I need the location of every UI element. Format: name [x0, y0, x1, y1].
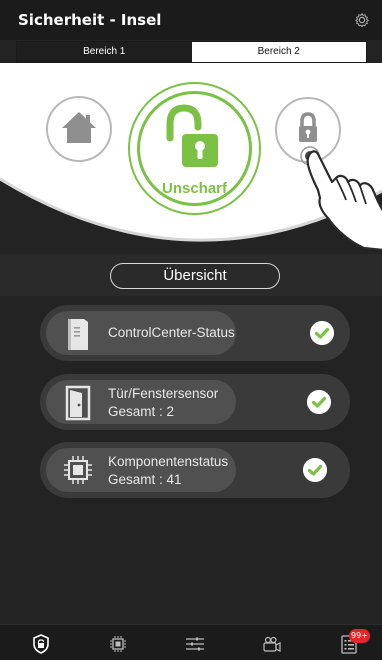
status-pill: ControlCenter-Status: [46, 311, 236, 355]
status-subtitle: Gesamt : 2: [108, 404, 175, 419]
sliders-icon[interactable]: [184, 633, 206, 655]
status-card-door-sensor[interactable]: Tür/Fenstersensor Gesamt : 2: [40, 374, 350, 430]
page-title: Sicherheit - Insel: [18, 11, 162, 29]
pointing-hand-icon: [300, 146, 382, 250]
tab-bereich-1[interactable]: Bereich 1: [17, 42, 192, 62]
status-title: Komponentenstatus: [108, 454, 229, 469]
camera-icon[interactable]: [261, 633, 283, 655]
check-icon: [303, 458, 327, 482]
status-subtitle: Gesamt : 41: [108, 472, 182, 487]
top-bar: Sicherheit - Insel: [0, 0, 382, 40]
bottom-nav: [0, 624, 382, 660]
control-center-icon: [68, 319, 88, 350]
home-icon: [62, 112, 96, 143]
home-mode-button[interactable]: [46, 96, 112, 162]
check-icon: [310, 321, 334, 345]
gear-icon[interactable]: [354, 12, 370, 28]
shield-icon[interactable]: [30, 633, 52, 655]
chip-icon: [64, 456, 92, 484]
status-title: Tür/Fenstersensor: [108, 386, 219, 401]
overview-button[interactable]: Übersicht: [110, 263, 280, 289]
status-title: ControlCenter-Status: [108, 325, 235, 340]
status-card-components[interactable]: Komponentenstatus Gesamt : 41: [40, 442, 350, 498]
status-card-controlcenter[interactable]: ControlCenter-Status: [40, 305, 350, 361]
check-icon: [307, 390, 331, 414]
status-pill: Komponentenstatus Gesamt : 41: [46, 448, 236, 492]
app-screen: Sicherheit - Insel Bereich 1 Bereich 2 U…: [0, 0, 382, 660]
chip-icon[interactable]: [107, 633, 129, 655]
area-tabs: Bereich 1 Bereich 2: [16, 41, 367, 63]
arming-state-label: Unscharf: [161, 180, 228, 197]
notification-badge: 99+: [349, 629, 370, 643]
door-sensor-icon: [65, 385, 91, 421]
tab-bereich-2[interactable]: Bereich 2: [191, 42, 366, 62]
status-pill: Tür/Fenstersensor Gesamt : 2: [46, 380, 236, 424]
